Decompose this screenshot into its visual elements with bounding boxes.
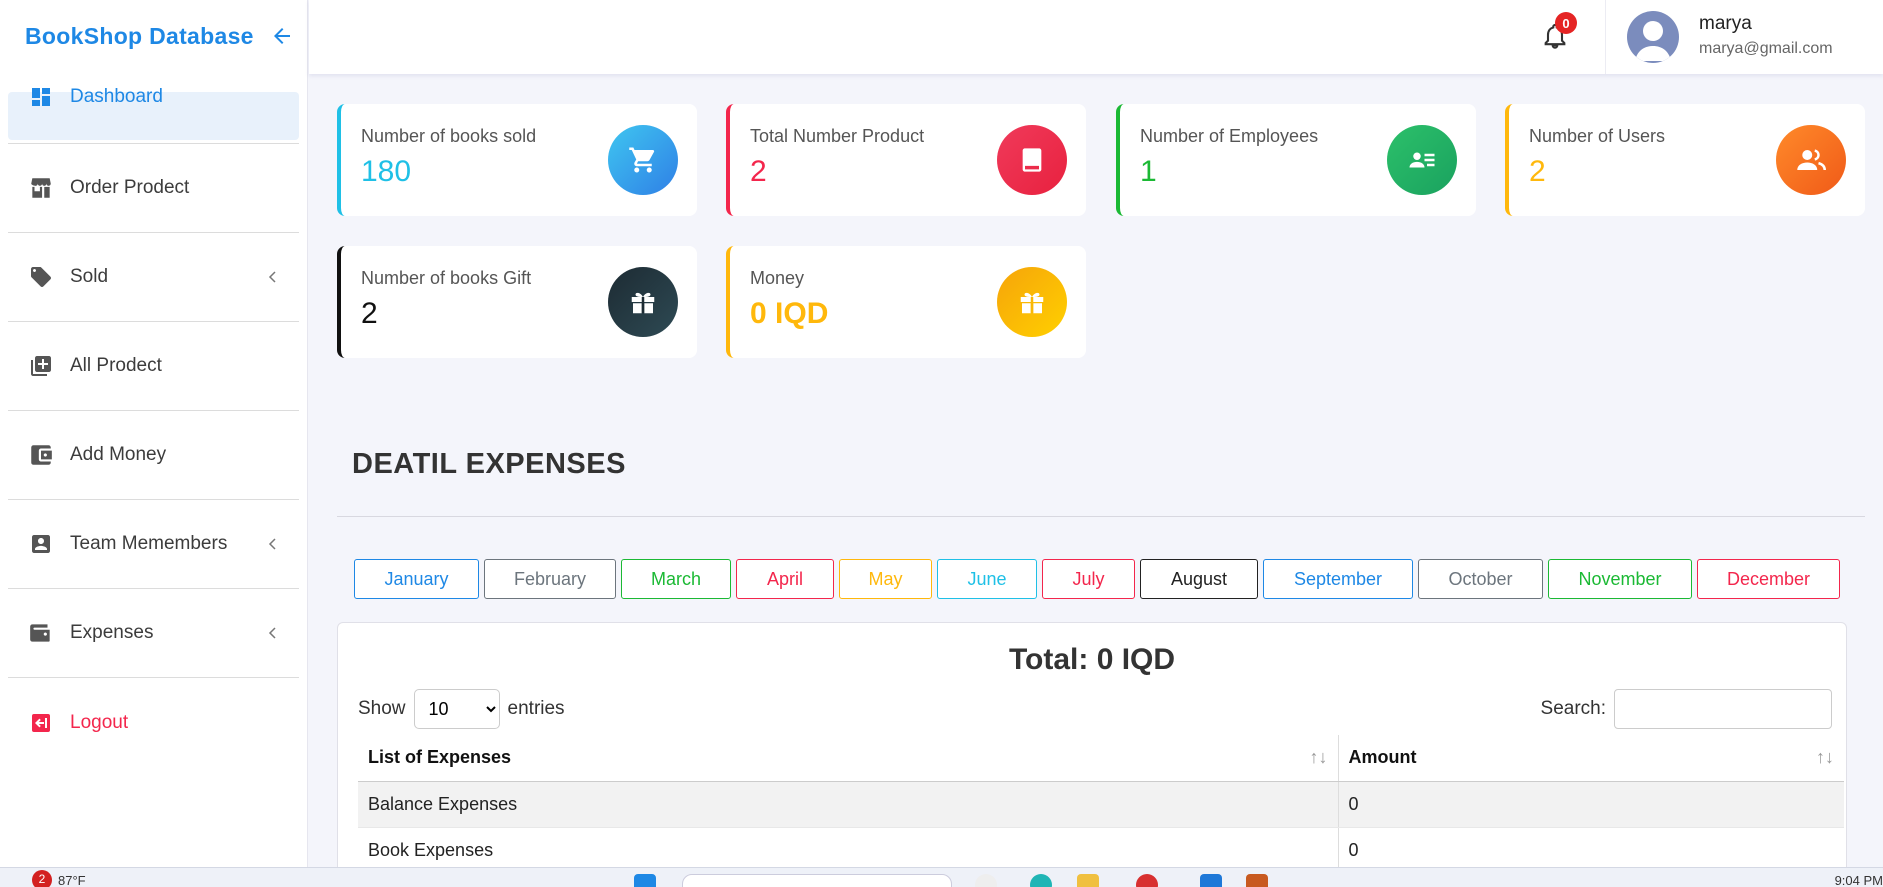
sort-icon: ↑↓ [1816, 747, 1834, 767]
divider [1605, 0, 1606, 74]
total-label: Total: 0 IQD [1008, 643, 1176, 676]
book-icon [997, 125, 1067, 195]
users-icon [1776, 125, 1846, 195]
cart-icon [608, 125, 678, 195]
logout-icon [28, 710, 54, 736]
entries-select[interactable]: 10 [413, 689, 500, 729]
app-icon[interactable] [975, 874, 997, 887]
tag-icon [28, 264, 54, 290]
taskbar-search-box[interactable] [682, 874, 952, 887]
browser-icon[interactable] [1136, 874, 1158, 887]
search-label: Search: [1540, 698, 1606, 719]
windows-start-icon[interactable] [634, 874, 656, 887]
month-button-february[interactable]: February [484, 559, 616, 599]
weather-badge[interactable]: 2 [32, 870, 52, 887]
brand: BookShop Database [0, 0, 307, 72]
sidebar-item-add-money[interactable]: Add Money [8, 411, 299, 500]
show-label: Show [358, 698, 406, 719]
sidebar-item-label: Expenses [70, 622, 154, 643]
sidebar-item-expenses[interactable]: Expenses [8, 589, 299, 678]
card-books-gift: Number of books Gift 2 [337, 246, 697, 358]
sidebar-item-label: Team Memembers [70, 533, 228, 554]
taskbar: 2 87°F 9:04 PM [0, 867, 1883, 887]
sidebar-item-order-prodect[interactable]: Order Prodect [8, 144, 299, 233]
sidebar-nav: Dashboard Order Prodect Sold All Prodect… [0, 72, 307, 767]
chevron-left-icon [268, 271, 276, 283]
month-filter: January February March April May June Ju… [354, 559, 1840, 599]
sidebar-item-label: Sold [70, 266, 109, 287]
chevron-left-icon [268, 538, 276, 550]
search-input[interactable] [1614, 689, 1832, 729]
brand-title: BookShop Database [25, 22, 254, 49]
temperature: 87°F [58, 873, 86, 887]
chevron-left-icon [268, 627, 276, 639]
app-icon[interactable] [1030, 874, 1052, 887]
column-header-list-of-expenses[interactable]: List of Expenses ↑↓ [358, 735, 1338, 782]
expenses-table: List of Expenses ↑↓ Amount ↑↓ Balance Expe… [358, 735, 1844, 874]
card-employees: Number of Employees 1 [1116, 104, 1476, 216]
month-button-march[interactable]: March [621, 559, 731, 599]
clock: 9:04 PM [1834, 873, 1883, 887]
user-name: marya [1699, 13, 1752, 34]
expenses-panel: Total: 0 IQD Show 10 entries Search: Lis… [337, 622, 1847, 887]
app-icon[interactable] [1200, 874, 1222, 887]
wallet-icon [28, 620, 54, 646]
table-row: Balance Expenses 0 [358, 781, 1844, 828]
gift-icon [608, 267, 678, 337]
card-books-sold: Number of books sold 180 [337, 104, 697, 216]
wallet-icon [28, 442, 54, 468]
month-button-may[interactable]: May [839, 559, 932, 599]
search-control: Search: [1541, 689, 1832, 729]
sidebar: BookShop Database Dashboard Order Prodec… [0, 0, 308, 867]
sidebar-item-label: Logout [70, 711, 129, 733]
gift-icon [997, 267, 1067, 337]
sidebar-item-label: All Prodect [70, 355, 162, 376]
month-button-july[interactable]: July [1042, 559, 1135, 599]
divider [337, 516, 1865, 517]
sidebar-item-dashboard[interactable]: Dashboard [8, 72, 299, 144]
add-box-icon [28, 353, 54, 379]
month-button-october[interactable]: October [1418, 559, 1543, 599]
notification-badge: 0 [1555, 12, 1577, 34]
badge-icon [28, 531, 54, 557]
user-email: marya@gmail.com [1699, 40, 1833, 57]
entries-control: Show 10 entries [358, 689, 565, 729]
app-icon[interactable] [1246, 874, 1268, 887]
avatar[interactable] [1627, 11, 1679, 63]
sidebar-item-team-memembers[interactable]: Team Memembers [8, 500, 299, 589]
expense-amount: 0 [1337, 781, 1844, 828]
sidebar-item-label: Dashboard [70, 85, 163, 107]
month-button-january[interactable]: January [354, 559, 479, 599]
arrow-left-icon[interactable] [270, 24, 294, 48]
card-total-product: Total Number Product 2 [726, 104, 1086, 216]
month-button-august[interactable]: August [1140, 559, 1258, 599]
sidebar-item-label: Order Prodect [70, 177, 190, 198]
entries-label: entries [507, 698, 565, 719]
id-card-icon [1387, 125, 1457, 195]
section-title: DEATIL EXPENSES [352, 448, 626, 480]
month-button-september[interactable]: September [1263, 559, 1413, 599]
sort-icon: ↑↓ [1309, 747, 1328, 767]
month-button-november[interactable]: November [1548, 559, 1692, 599]
column-header-amount[interactable]: Amount ↑↓ [1337, 735, 1844, 782]
sidebar-item-logout[interactable]: Logout [8, 678, 299, 767]
month-button-june[interactable]: June [937, 559, 1037, 599]
topbar: 0 marya marya@gmail.com [309, 0, 1883, 74]
sidebar-item-label: Add Money [70, 444, 167, 465]
expense-name: Balance Expenses [358, 781, 1338, 828]
card-users: Number of Users 2 [1505, 104, 1865, 216]
folder-icon[interactable] [1077, 874, 1099, 887]
dashboard-icon [28, 84, 54, 110]
month-button-april[interactable]: April [736, 559, 834, 599]
month-button-december[interactable]: December [1697, 559, 1840, 599]
card-money: Money 0 IQD [726, 246, 1086, 358]
store-icon [28, 175, 54, 201]
sidebar-item-sold[interactable]: Sold [8, 233, 299, 322]
sidebar-item-all-prodect[interactable]: All Prodect [8, 322, 299, 411]
